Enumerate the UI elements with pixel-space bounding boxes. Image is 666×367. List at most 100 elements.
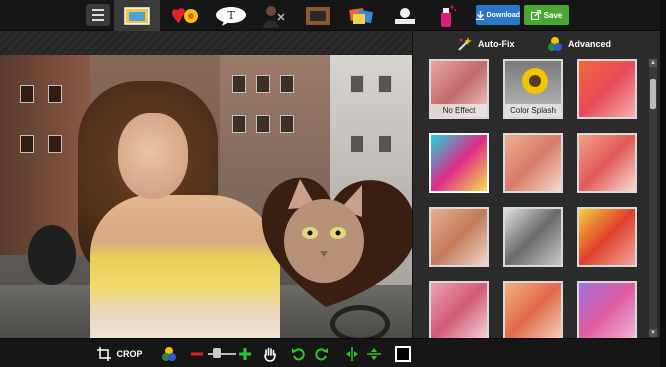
window <box>280 75 294 93</box>
window <box>280 115 294 133</box>
window <box>378 75 392 93</box>
tab-text[interactable]: T <box>214 3 248 28</box>
flip-horizontal-button[interactable] <box>344 345 360 363</box>
window <box>256 115 270 133</box>
window <box>350 75 364 93</box>
effect-orange[interactable] <box>503 281 563 341</box>
rotate-left-icon <box>292 348 305 361</box>
effect-label: No Effect <box>431 104 487 117</box>
rotate-left-button[interactable] <box>290 345 306 363</box>
flip-vertical-button[interactable] <box>366 345 382 363</box>
menu-button[interactable] <box>86 4 110 26</box>
effect-sunny[interactable] <box>577 207 637 267</box>
photos-icon <box>124 6 150 25</box>
heart-sticker[interactable] <box>258 169 420 311</box>
zoom-out-button[interactable] <box>190 345 204 363</box>
zoom-in-button[interactable] <box>238 345 252 363</box>
window <box>232 75 246 93</box>
tab-frames[interactable] <box>303 3 333 28</box>
woman-face <box>118 113 188 199</box>
text-tool-label: T <box>227 9 235 22</box>
download-button[interactable]: Download <box>476 5 520 25</box>
scroll-up-arrow[interactable]: ▲ <box>649 59 657 67</box>
effect-sepia[interactable] <box>429 207 489 267</box>
window <box>256 75 270 93</box>
top-toolbar: T Download Save <box>0 0 666 31</box>
effects-panel: Auto-Fix Advanced No Effect Color Splash… <box>412 31 666 341</box>
bottom-toolbar: CROP <box>0 338 666 367</box>
speech-bubble-icon: T <box>216 6 246 26</box>
share-icon <box>530 10 541 20</box>
window <box>20 135 34 153</box>
crop-label: CROP <box>116 349 143 359</box>
frame-icon <box>306 6 330 25</box>
effect-soft[interactable] <box>503 133 563 193</box>
window <box>20 85 34 103</box>
crop-icon <box>97 347 112 361</box>
street-object <box>28 225 76 285</box>
window <box>350 135 364 153</box>
window <box>378 135 392 153</box>
minus-icon <box>191 352 203 356</box>
color-circles-icon <box>548 37 562 51</box>
photo-editor-app: T Download Save Auto-Fix Advanced No Eff… <box>0 0 666 367</box>
crop-button[interactable]: CROP <box>94 345 146 363</box>
hand-icon <box>264 347 276 362</box>
zoom-slider-handle[interactable] <box>213 348 221 358</box>
effect-vivid[interactable] <box>429 133 489 193</box>
tab-meme[interactable] <box>390 3 420 28</box>
effect-black-white[interactable] <box>503 207 563 267</box>
tab-auto-fix-label: Auto-Fix <box>478 39 515 49</box>
heart-flower-icon <box>172 7 198 23</box>
download-icon <box>476 10 484 20</box>
scrollbar-thumb[interactable] <box>650 79 656 109</box>
border-square-icon <box>395 346 411 362</box>
effects-panel-header: Auto-Fix Advanced <box>413 31 666 57</box>
menu-icon-line <box>92 9 104 11</box>
sunflower-icon <box>522 68 548 94</box>
plus-icon <box>239 348 251 360</box>
window <box>48 85 62 103</box>
tab-stickers[interactable] <box>168 3 204 28</box>
tab-collage[interactable] <box>346 3 376 28</box>
effect-purple[interactable] <box>577 281 637 341</box>
pan-button[interactable] <box>262 345 278 363</box>
flip-horizontal-icon <box>346 347 358 361</box>
tab-auto-fix[interactable]: Auto-Fix <box>457 36 515 52</box>
effect-label: Color Splash <box>505 104 561 117</box>
woman-body <box>90 195 280 343</box>
effect-rose[interactable] <box>577 133 637 193</box>
meme-icon <box>395 7 415 24</box>
flip-vertical-icon <box>367 348 381 360</box>
border-button[interactable] <box>394 345 412 363</box>
effect-color-splash[interactable]: Color Splash <box>503 59 563 119</box>
window-edge <box>660 0 666 367</box>
tab-paint[interactable] <box>432 3 460 28</box>
window <box>232 115 246 133</box>
color-circles-icon <box>162 347 176 361</box>
scroll-down-arrow[interactable]: ▼ <box>649 329 657 337</box>
menu-icon-line <box>92 19 104 21</box>
tab-advanced[interactable]: Advanced <box>547 36 611 52</box>
effect-warm[interactable] <box>577 59 637 119</box>
window <box>48 135 62 153</box>
canvas-stage <box>0 31 416 367</box>
effects-scrollbar[interactable]: ▲ ▼ <box>649 59 657 337</box>
color-adjust-button[interactable] <box>160 345 178 363</box>
rotate-right-icon <box>315 348 328 361</box>
collage-icon <box>349 7 373 24</box>
save-label: Save <box>543 10 563 20</box>
magic-wand-icon <box>458 37 472 51</box>
tab-photos[interactable] <box>114 0 160 31</box>
spray-can-icon <box>441 5 456 27</box>
tab-cutout[interactable] <box>258 3 288 28</box>
person-cutout-icon <box>263 5 285 28</box>
menu-icon-line <box>92 14 104 16</box>
save-button[interactable]: Save <box>524 5 569 25</box>
rotate-right-button[interactable] <box>314 345 330 363</box>
tab-advanced-label: Advanced <box>568 39 612 49</box>
effect-pink[interactable] <box>429 281 489 341</box>
download-label: Download <box>486 11 520 19</box>
canvas-top-margin <box>0 31 412 55</box>
effect-no-effect[interactable]: No Effect <box>429 59 489 119</box>
